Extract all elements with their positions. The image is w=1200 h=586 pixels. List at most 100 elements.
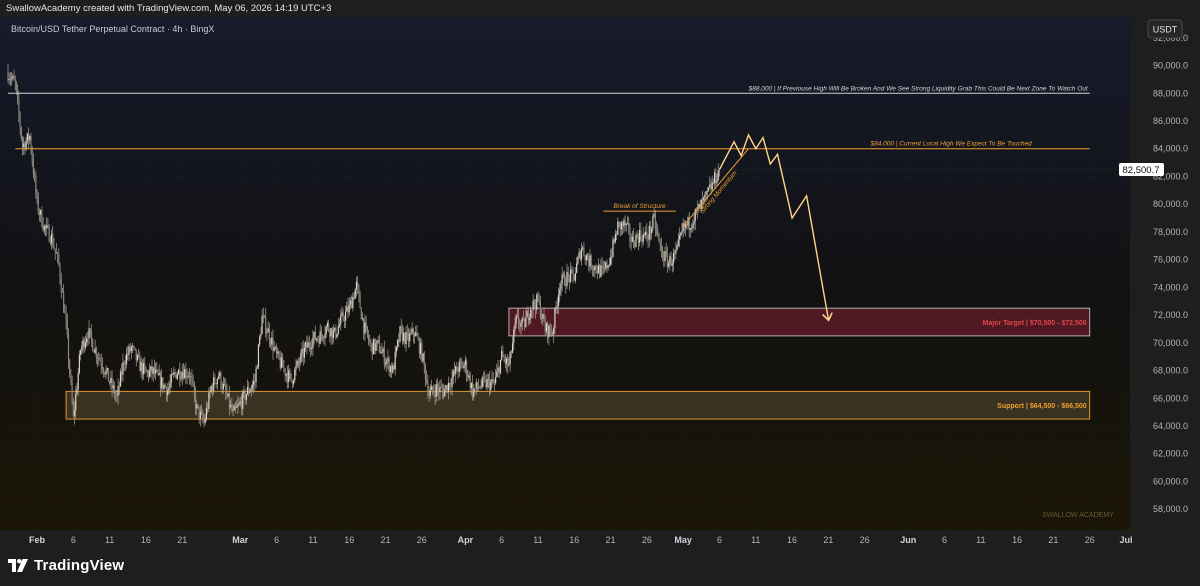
candle-body [260, 333, 262, 337]
candle-body [110, 377, 112, 383]
price-chart[interactable]: Major Target | $70,500 - $72,500 Support … [0, 17, 1200, 548]
candle-body [593, 268, 595, 271]
candle-body [123, 362, 125, 364]
candle-body [571, 269, 573, 271]
time-tick-label: 16 [141, 535, 151, 545]
candle-body [467, 375, 469, 378]
candle-body [193, 384, 195, 395]
candle-body [20, 127, 22, 139]
price-tick-label: 84,000.0 [1153, 144, 1188, 154]
candle-body [540, 317, 543, 319]
candle-body [545, 323, 548, 332]
candle-body [279, 358, 281, 368]
tradingview-logo[interactable]: TradingView [8, 557, 124, 574]
candle-body [44, 225, 47, 228]
candle-body [187, 375, 189, 377]
candle-body [452, 370, 454, 378]
candle-body [497, 367, 499, 372]
candle-body [40, 210, 42, 215]
candle-body [583, 247, 585, 256]
candle-body [46, 225, 48, 228]
candle-body [228, 393, 231, 408]
candle-body [155, 369, 157, 374]
candle-body [387, 358, 389, 362]
candle-body [52, 233, 54, 247]
candle-body [338, 324, 341, 327]
candle-body [325, 326, 327, 335]
candle-body [410, 332, 412, 334]
price-tick-label: 58,000.0 [1153, 504, 1188, 514]
candle-body [321, 335, 324, 339]
candle-body [371, 343, 373, 355]
candle-body [423, 353, 425, 366]
time-tick-label: 16 [344, 535, 354, 545]
candle-body [202, 413, 204, 420]
candle-body [227, 393, 229, 397]
candle-body [359, 294, 361, 309]
candle-body [70, 374, 72, 383]
candle-body [276, 347, 278, 354]
candle-body [198, 406, 200, 419]
candle-body [691, 227, 693, 229]
candle-body [399, 326, 401, 342]
candle-body [553, 328, 555, 335]
candle-body [455, 366, 457, 374]
candle-body [527, 310, 529, 321]
candle-body [315, 338, 318, 340]
candle-body [332, 330, 335, 339]
candle-body [585, 254, 587, 260]
time-tick-label: 26 [1085, 535, 1095, 545]
candle-body [156, 369, 158, 371]
candle-body [26, 133, 28, 141]
candle-body [490, 382, 492, 391]
candle-body [427, 382, 429, 395]
candle-body [151, 366, 153, 374]
time-tick-label: 6 [717, 535, 722, 545]
candle-body [453, 370, 456, 374]
candle-body [537, 294, 539, 301]
candle-body [284, 368, 286, 376]
candle-body [106, 368, 108, 371]
candle-body [369, 340, 371, 343]
tradingview-logo-icon [8, 559, 28, 572]
candle-body [54, 248, 56, 252]
candle-body [486, 379, 488, 388]
level-84000-label: $84,000 | Current Local High We Expect T… [870, 141, 1033, 148]
candle-body [382, 348, 384, 352]
candle-body [436, 384, 439, 389]
candle-body [346, 306, 348, 312]
candle-body [190, 376, 192, 378]
candle-body [594, 265, 596, 271]
candle-body [296, 360, 298, 366]
candle-body [47, 225, 49, 227]
candle-body [422, 353, 424, 362]
candle-body [121, 371, 123, 375]
candle-body [194, 394, 197, 409]
candle-body [357, 281, 359, 288]
candle-body [147, 371, 149, 377]
candle-body [459, 361, 462, 363]
candle-body [115, 395, 117, 396]
candle-body [476, 382, 479, 388]
candle-body [141, 362, 143, 375]
candle-body [445, 385, 447, 390]
candle-body [465, 360, 468, 376]
candle-body [464, 360, 466, 366]
price-tick-label: 74,000.0 [1153, 282, 1188, 292]
candle-body [318, 338, 320, 344]
candle-body [306, 342, 308, 348]
candle-body [561, 274, 563, 284]
candle-body [244, 390, 246, 401]
last-price-tag: 82,500.7 [1119, 163, 1164, 176]
candle-body [590, 255, 592, 269]
candle-body [211, 386, 214, 391]
candle-body [616, 234, 618, 236]
candle-body [326, 323, 329, 327]
candle-body [375, 343, 377, 351]
candle-body [101, 365, 103, 369]
candle-body [596, 270, 598, 274]
candle-body [714, 172, 716, 184]
candle-body [572, 269, 574, 275]
candle-body [118, 385, 120, 387]
candle-body [59, 264, 61, 280]
